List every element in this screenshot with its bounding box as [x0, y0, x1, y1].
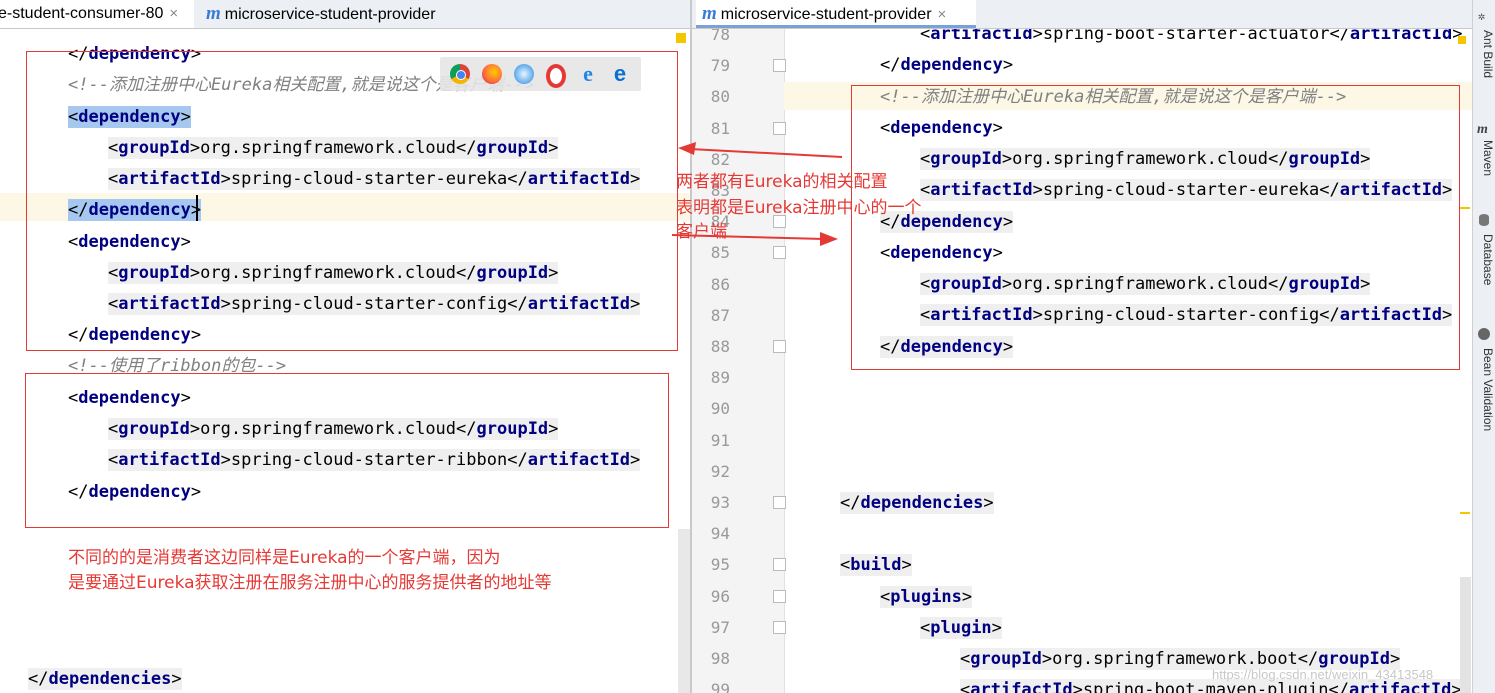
right-editor[interactable]: 78 79 80 81 82 83 84 85 86 87 88 89 90 91 92 93 94 95 96 97…: [692, 29, 1473, 693]
tab-provider-right-label: microservice-student-provider: [720, 6, 932, 23]
tab-provider-left[interactable]: m microservice-student-provider: [200, 0, 480, 28]
line-number: 97: [710, 617, 730, 637]
safari-icon[interactable]: [514, 64, 534, 84]
tab-provider-left-label: microservice-student-provider: [224, 6, 436, 23]
tool-window-maven[interactable]: Maven: [1473, 140, 1495, 176]
maven-icon: m: [1477, 122, 1488, 137]
ant-build-icon: ✲: [1478, 9, 1486, 23]
tab-provider-right[interactable]: m microservice-student-provider ×: [696, 0, 976, 28]
annotation-text-common-2: 表明都是Eureka注册中心的一个: [676, 198, 922, 218]
annotation-box-ribbon: [25, 373, 669, 528]
close-icon[interactable]: ×: [938, 6, 947, 23]
code-line: </dependency>: [880, 55, 1014, 75]
annotation-arrow-left: [678, 142, 843, 158]
left-scrollbar[interactable]: [678, 529, 690, 693]
code-line: </dependencies>: [28, 668, 182, 690]
annotation-text-common-1: 两者都有Eureka的相关配置: [676, 172, 888, 192]
code-line: <build>: [840, 554, 912, 576]
left-editor[interactable]: </dependency> <!--添加注册中心Eureka相关配置,就是说这个…: [0, 29, 690, 693]
tab-consumer-label: e-student-consumer-80: [0, 5, 164, 22]
line-number: 88: [710, 337, 730, 356]
line-number: 79: [710, 56, 730, 76]
left-tab-bar: e-student-consumer-80 × m microservice-stu…: [0, 0, 690, 29]
fold-marker-icon[interactable]: [773, 59, 786, 73]
annotation-box-eureka-left: [26, 51, 678, 351]
line-number: 91: [710, 430, 730, 450]
browser-preview-toolbar: e e: [440, 57, 641, 91]
line-number: 86: [710, 274, 730, 294]
line-number: 95: [710, 555, 730, 575]
line-number: 80: [710, 87, 730, 107]
firefox-icon[interactable]: [482, 64, 502, 84]
bean-validation-icon: [1478, 328, 1490, 340]
database-icon: [1479, 214, 1489, 226]
tab-consumer[interactable]: e-student-consumer-80 ×: [0, 0, 194, 28]
fold-marker-icon[interactable]: [773, 589, 786, 603]
close-icon[interactable]: ×: [169, 5, 178, 22]
code-line: <artifactId>spring-boot-starter-actuator…: [920, 29, 1463, 44]
error-stripe-mark: [1460, 512, 1470, 514]
maven-module-icon: m: [702, 3, 717, 24]
tool-window-ant-build[interactable]: Ant Build: [1473, 30, 1495, 78]
annotation-box-eureka-right: [851, 85, 1460, 370]
line-number: 98: [710, 649, 730, 668]
line-number: 96: [710, 586, 730, 606]
opera-icon[interactable]: [546, 64, 566, 88]
line-number: 92: [710, 461, 730, 481]
watermark: https://blog.csdn.net/weixin_43413548: [1212, 667, 1434, 682]
edge-icon[interactable]: e: [610, 63, 630, 85]
line-number: 90: [710, 399, 730, 419]
maven-module-icon: m: [206, 3, 221, 24]
chrome-icon[interactable]: [450, 64, 470, 84]
error-stripe-mark: [1460, 207, 1470, 209]
annotation-text-difference-2: 是要通过Eureka获取注册在服务注册中心的服务提供者的地址等: [68, 573, 552, 593]
line-number: 89: [710, 368, 730, 388]
line-number: 81: [710, 118, 730, 138]
right-tab-bar: m microservice-student-provider ×: [692, 0, 1473, 29]
tool-window-bar: ✲ Ant Build m Maven Database Bean Valida…: [1472, 0, 1495, 693]
line-number: 78: [710, 29, 730, 44]
internet-explorer-icon[interactable]: e: [578, 63, 598, 85]
fold-marker-icon[interactable]: [773, 620, 786, 634]
code-line: <plugin>: [920, 617, 1002, 639]
warning-marker: [1458, 36, 1466, 44]
code-line: <plugins>: [880, 586, 973, 608]
fold-marker-icon[interactable]: [773, 121, 786, 135]
warning-marker: [676, 33, 686, 43]
fold-marker-icon[interactable]: [773, 558, 786, 572]
line-number: 87: [710, 305, 730, 325]
annotation-arrow-right: [671, 232, 838, 246]
right-scrollbar[interactable]: [1460, 577, 1471, 693]
tool-window-database[interactable]: Database: [1473, 234, 1495, 285]
fold-marker-icon[interactable]: [773, 496, 786, 509]
line-number: 93: [710, 493, 730, 512]
line-number: 94: [710, 524, 730, 544]
fold-marker-icon[interactable]: [773, 340, 786, 353]
line-number: 99: [710, 680, 730, 693]
annotation-text-difference-1: 不同的的是消费者这边同样是Eureka的一个客户端，因为: [68, 548, 501, 568]
code-line: </dependencies>: [840, 492, 994, 514]
tool-window-bean-validation[interactable]: Bean Validation: [1473, 348, 1495, 431]
